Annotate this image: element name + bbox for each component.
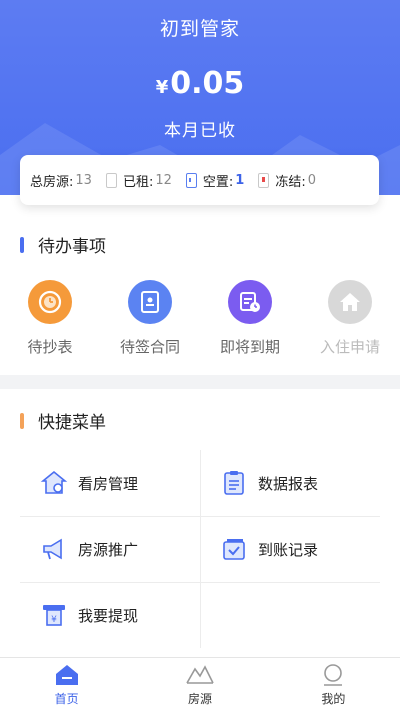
- todo-expiring[interactable]: 即将到期: [200, 280, 300, 357]
- meter-clock-icon: [28, 280, 72, 324]
- title-bar-icon: [20, 412, 24, 429]
- title-bar-icon: [20, 236, 24, 253]
- stat-total[interactable]: 总房源: 13: [30, 171, 92, 190]
- todo-checkin-application[interactable]: 入住申请: [300, 280, 400, 357]
- menu-listing-promotion[interactable]: 房源推广: [20, 516, 200, 582]
- app-title: 初到管家: [159, 18, 240, 40]
- stat-vacant[interactable]: 空置: 1: [185, 171, 245, 190]
- todo-title: 待办事项: [20, 232, 106, 257]
- checked-card-icon: [223, 539, 245, 560]
- menu-title-text: 快捷菜单: [38, 413, 106, 433]
- stat-total-label: 总房源:: [30, 174, 74, 190]
- todo-row: 待抄表 待签合同 即将到期 入住申请: [0, 280, 400, 357]
- clipboard-icon: [224, 471, 244, 495]
- menu-label: 房源推广: [78, 540, 139, 559]
- tab-profile[interactable]: 我的: [267, 658, 400, 711]
- amount-value: 0.05: [170, 66, 245, 101]
- menu-data-report[interactable]: 数据报表: [200, 450, 380, 516]
- tab-label: 首页: [54, 692, 79, 706]
- svg-text:¥: ¥: [51, 615, 57, 625]
- stat-vacant-label: 空置:: [202, 174, 234, 190]
- calendar-clock-icon: [228, 280, 272, 324]
- todo-label: 入住申请: [319, 338, 380, 356]
- menu-label: 数据报表: [258, 474, 319, 493]
- tab-label: 房源: [187, 692, 212, 706]
- building-tab-icon: [186, 665, 214, 684]
- todo-label: 即将到期: [219, 338, 280, 356]
- bottom-tab-bar: 首页 房源 我的: [0, 657, 400, 711]
- stat-total-value: 13: [75, 172, 92, 188]
- stat-rented-label: 已租:: [122, 174, 154, 190]
- todo-contract[interactable]: 待签合同: [100, 280, 200, 357]
- locked-door-icon: [258, 172, 270, 188]
- stat-rented[interactable]: 已租: 12: [105, 171, 172, 190]
- house-icon: [328, 280, 372, 324]
- home-tab-icon: [55, 665, 78, 685]
- menu-label: 到账记录: [258, 540, 319, 559]
- contract-icon: [128, 280, 172, 324]
- menu-label: 看房管理: [78, 474, 139, 493]
- todo-label: 待签合同: [119, 338, 180, 356]
- tab-listings[interactable]: 房源: [133, 658, 266, 711]
- menu-title: 快捷菜单: [20, 408, 106, 433]
- door-icon: [105, 172, 117, 188]
- open-door-icon: [185, 172, 197, 188]
- withdraw-icon: ¥: [43, 605, 65, 626]
- tab-home[interactable]: 首页: [0, 658, 133, 711]
- house-gear-icon: [40, 470, 68, 494]
- todo-label: 待抄表: [27, 338, 73, 356]
- profile-tab-icon: [324, 664, 343, 686]
- currency-symbol: ¥: [155, 77, 169, 98]
- stats-card: 总房源: 13 已租: 12 空置: 1 冻结: 0: [20, 155, 379, 205]
- stat-frozen-label: 冻结:: [275, 174, 306, 190]
- todo-meter-reading[interactable]: 待抄表: [0, 280, 100, 357]
- stat-rented-value: 12: [155, 172, 172, 188]
- monthly-amount: ¥0.05: [0, 66, 400, 101]
- menu-payment-records[interactable]: 到账记录: [200, 516, 380, 582]
- tab-label: 我的: [321, 692, 346, 706]
- menu-label: 我要提现: [78, 606, 139, 625]
- menu-withdraw[interactable]: ¥ 我要提现: [20, 582, 200, 648]
- amount-label: 本月已收: [164, 121, 236, 141]
- todo-title-text: 待办事项: [38, 237, 106, 257]
- menu-viewing-management[interactable]: 看房管理: [20, 450, 200, 516]
- stat-vacant-value: 1: [235, 172, 245, 188]
- megaphone-icon: [43, 538, 62, 560]
- stat-frozen-value: 0: [307, 172, 316, 188]
- stat-frozen[interactable]: 冻结: 0: [258, 171, 316, 190]
